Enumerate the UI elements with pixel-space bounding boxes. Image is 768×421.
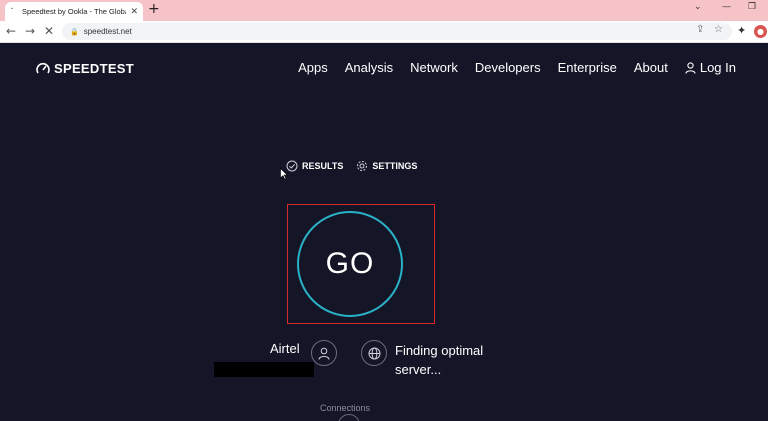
main-nav: Apps Analysis Network Developers Enterpr… xyxy=(281,60,736,75)
browser-tab-bar: ⠁ Speedtest by Ookla - The Global ✕ + ⌄ … xyxy=(0,0,768,21)
nav-developers[interactable]: Developers xyxy=(475,60,541,75)
isp-name: Airtel xyxy=(270,341,300,356)
login-link[interactable]: Log In xyxy=(685,60,736,75)
server-status: Finding optimal server... xyxy=(395,343,484,377)
nav-about[interactable]: About xyxy=(634,60,668,75)
go-button[interactable]: GO xyxy=(297,211,403,317)
settings-link[interactable]: SETTINGS xyxy=(356,160,417,172)
results-link[interactable]: RESULTS xyxy=(286,160,343,172)
back-icon[interactable]: ← xyxy=(6,24,16,38)
speedometer-icon xyxy=(36,62,50,73)
nav-apps[interactable]: Apps xyxy=(298,60,328,75)
address-bar[interactable]: 🔒 speedtest.net xyxy=(62,23,732,40)
user-icon xyxy=(685,61,696,74)
share-icon[interactable]: ⇪ xyxy=(696,24,704,35)
results-label: RESULTS xyxy=(302,161,344,171)
forward-icon[interactable]: → xyxy=(25,24,35,38)
mouse-cursor-icon xyxy=(280,168,288,180)
profile-avatar-icon[interactable]: ● xyxy=(754,25,767,38)
tab-close-icon[interactable]: ✕ xyxy=(130,7,138,17)
extensions-puzzle-icon[interactable]: ✦ xyxy=(737,24,746,37)
test-links: RESULTS SETTINGS xyxy=(286,160,430,172)
minimize-icon[interactable]: — xyxy=(722,2,731,12)
stop-loading-icon[interactable]: ✕ xyxy=(44,24,54,38)
nav-analysis[interactable]: Analysis xyxy=(345,60,393,75)
login-label: Log In xyxy=(699,60,736,75)
url-text: speedtest.net xyxy=(83,27,132,36)
gear-icon xyxy=(357,161,368,171)
lock-icon: 🔒 xyxy=(70,27,79,36)
browser-tab[interactable]: ⠁ Speedtest by Ookla - The Global ✕ xyxy=(5,2,143,21)
speedtest-logo[interactable]: SPEEDTEST xyxy=(36,61,134,76)
loading-icon: ⠁ xyxy=(10,7,16,16)
server-globe-icon[interactable] xyxy=(361,340,387,366)
connections-toggle[interactable] xyxy=(338,414,360,421)
redacted-ip-block xyxy=(214,362,314,377)
isp-user-icon[interactable] xyxy=(311,340,337,366)
nav-enterprise[interactable]: Enterprise xyxy=(558,60,617,75)
tab-search-icon[interactable]: ⌄ xyxy=(694,2,702,12)
settings-label: SETTINGS xyxy=(372,161,418,171)
nav-network[interactable]: Network xyxy=(410,60,458,75)
bookmark-star-icon[interactable]: ☆ xyxy=(714,24,723,35)
browser-toolbar: ← → ✕ 🔒 speedtest.net ⇪ ☆ ✦ ● xyxy=(0,21,768,43)
new-tab-icon[interactable]: + xyxy=(148,1,160,17)
restore-icon[interactable]: ❐ xyxy=(748,2,756,12)
tab-title: Speedtest by Ookla - The Global xyxy=(22,7,127,16)
connections-label: Connections xyxy=(320,403,371,413)
logo-text: SPEEDTEST xyxy=(54,61,134,76)
